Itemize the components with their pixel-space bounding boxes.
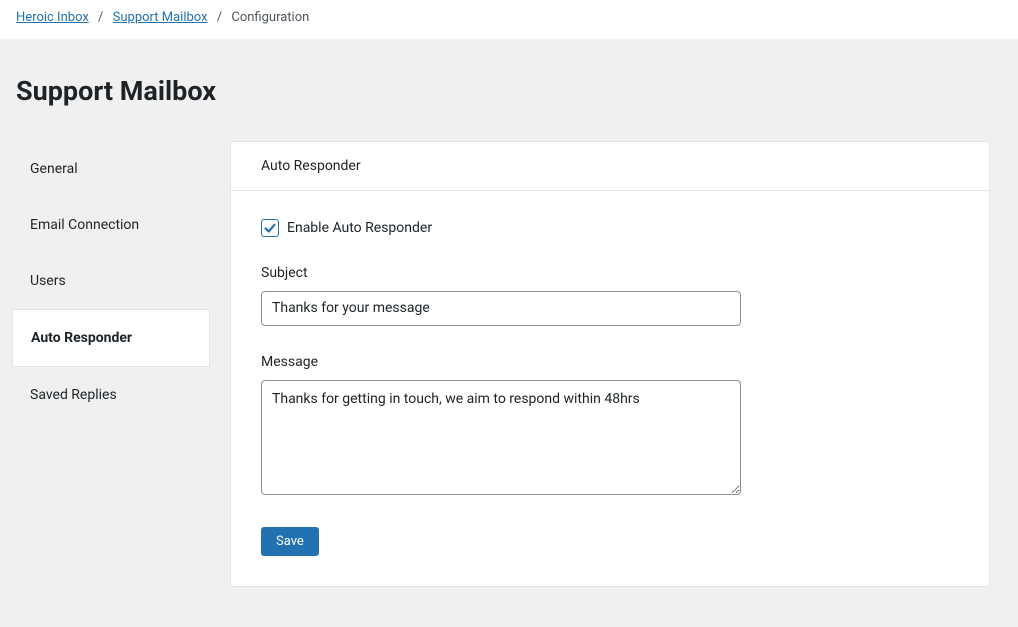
sidebar-item-label: Saved Replies bbox=[30, 387, 117, 403]
subject-group: Subject bbox=[261, 265, 959, 326]
sidebar-item-label: Auto Responder bbox=[31, 330, 132, 346]
breadcrumb-current: Configuration bbox=[231, 10, 309, 25]
sidebar-item-saved-replies[interactable]: Saved Replies bbox=[12, 367, 210, 423]
breadcrumb-separator: / bbox=[98, 10, 103, 25]
sidebar-item-users[interactable]: Users bbox=[12, 253, 210, 309]
subject-label: Subject bbox=[261, 265, 959, 281]
panel-header-title: Auto Responder bbox=[261, 158, 361, 174]
sidebar-item-auto-responder[interactable]: Auto Responder bbox=[12, 309, 210, 367]
enable-auto-responder-label: Enable Auto Responder bbox=[287, 220, 432, 236]
sidebar-item-label: Email Connection bbox=[30, 217, 139, 233]
breadcrumb-link-heroic-inbox[interactable]: Heroic Inbox bbox=[16, 10, 89, 25]
enable-auto-responder-checkbox[interactable] bbox=[261, 219, 279, 237]
panel-header: Auto Responder bbox=[231, 142, 989, 191]
settings-panel: Auto Responder Enable Auto Responder Sub… bbox=[230, 141, 990, 587]
subject-input[interactable] bbox=[261, 291, 741, 326]
breadcrumb-link-support-mailbox[interactable]: Support Mailbox bbox=[113, 10, 208, 25]
message-label: Message bbox=[261, 354, 959, 370]
panel-body: Enable Auto Responder Subject Message Th… bbox=[231, 191, 989, 586]
sidebar-item-label: General bbox=[30, 161, 78, 177]
content-area: General Email Connection Users Auto Resp… bbox=[0, 141, 1018, 587]
check-icon bbox=[263, 221, 277, 235]
page-title: Support Mailbox bbox=[0, 39, 1018, 141]
sidebar-item-general[interactable]: General bbox=[12, 141, 210, 197]
sidebar-item-email-connection[interactable]: Email Connection bbox=[12, 197, 210, 253]
breadcrumb-separator: / bbox=[217, 10, 222, 25]
main-wrapper: Support Mailbox General Email Connection… bbox=[0, 39, 1018, 627]
breadcrumb: Heroic Inbox / Support Mailbox / Configu… bbox=[0, 0, 1018, 39]
sidebar: General Email Connection Users Auto Resp… bbox=[12, 141, 210, 587]
message-group: Message Thanks for getting in touch, we … bbox=[261, 354, 959, 499]
sidebar-item-label: Users bbox=[30, 273, 66, 289]
enable-auto-responder-row: Enable Auto Responder bbox=[261, 219, 959, 237]
save-button[interactable]: Save bbox=[261, 527, 319, 556]
message-textarea[interactable]: Thanks for getting in touch, we aim to r… bbox=[261, 380, 741, 495]
